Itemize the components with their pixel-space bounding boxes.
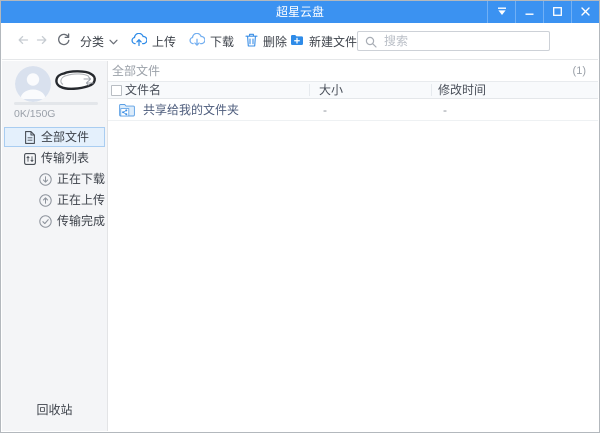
close-icon xyxy=(581,3,590,21)
delete-label: 删除 xyxy=(263,33,287,50)
trash-icon xyxy=(245,33,258,50)
delete-button[interactable]: 删除 xyxy=(245,23,287,59)
maximize-button[interactable] xyxy=(543,1,571,23)
document-icon xyxy=(23,131,36,144)
avatar[interactable] xyxy=(15,66,51,102)
sidebar-item-label: 全部文件 xyxy=(41,128,89,146)
sidebar-item-label: 正在下载 xyxy=(57,170,105,188)
download-button[interactable]: 下载 xyxy=(189,23,234,59)
refresh-icon xyxy=(57,33,70,49)
sidebar-item-label: 正在上传 xyxy=(57,191,105,209)
sidebar-item-transfer-list[interactable]: 传输列表 xyxy=(4,148,105,168)
completed-circle-icon xyxy=(39,215,52,228)
search-box xyxy=(357,31,550,51)
forward-arrow-icon xyxy=(36,34,48,49)
sidebar-item-downloading[interactable]: 正在下载 xyxy=(4,169,105,189)
cloud-download-icon xyxy=(189,33,205,49)
main-panel: 全部文件 (1) 文件名 大小 修改时间 共享给我的文件夹 - - xyxy=(108,61,598,431)
column-header-filename[interactable]: 文件名 xyxy=(125,82,161,99)
column-header-modified[interactable]: 修改时间 xyxy=(438,82,486,99)
upload-button[interactable]: 上传 xyxy=(131,23,176,59)
toolbar: 分类 上传 下载 删除 新建文件夹 xyxy=(2,23,598,60)
chevron-down-icon xyxy=(109,34,118,48)
download-label: 下载 xyxy=(210,33,234,50)
close-button[interactable] xyxy=(571,1,599,23)
sidebar-item-label: 传输完成 xyxy=(57,212,105,230)
back-button[interactable] xyxy=(17,23,29,59)
skin-menu-button[interactable] xyxy=(487,1,515,23)
sidebar-item-uploading[interactable]: 正在上传 xyxy=(4,190,105,210)
breadcrumb-bar: 全部文件 (1) xyxy=(108,61,598,81)
minimize-icon xyxy=(525,3,534,21)
file-modified-time: - xyxy=(443,99,447,121)
storage-usage-text: 0K/150G xyxy=(14,108,55,120)
sidebar-item-label: 传输列表 xyxy=(41,149,89,167)
category-button[interactable]: 分类 xyxy=(80,23,118,59)
sidebar-item-all-files[interactable]: 全部文件 xyxy=(4,127,105,147)
table-row[interactable]: 共享给我的文件夹 - - xyxy=(108,99,598,121)
breadcrumb[interactable]: 全部文件 xyxy=(112,61,160,81)
shared-folder-icon xyxy=(119,103,135,122)
sidebar-nav: 全部文件 传输列表 正在下载 正在上传 xyxy=(2,127,107,232)
back-arrow-icon xyxy=(17,34,29,49)
forward-button[interactable] xyxy=(36,23,48,59)
select-all-checkbox[interactable] xyxy=(111,85,122,96)
table-header: 文件名 大小 修改时间 xyxy=(108,81,598,99)
refresh-button[interactable] xyxy=(57,23,70,59)
minimize-button[interactable] xyxy=(515,1,543,23)
app-window: 超星云盘 xyxy=(0,0,600,433)
new-folder-icon xyxy=(290,34,304,49)
category-label: 分类 xyxy=(80,33,104,50)
column-divider xyxy=(309,84,310,96)
sidebar-item-transfer-complete[interactable]: 传输完成 xyxy=(4,211,105,231)
maximize-icon xyxy=(553,3,562,21)
uploading-circle-icon xyxy=(39,194,52,207)
upload-label: 上传 xyxy=(152,33,176,50)
sidebar: 0K/150G 全部文件 传输列表 正在下载 xyxy=(2,61,108,431)
cloud-upload-icon xyxy=(131,33,147,49)
storage-progress-bar xyxy=(14,102,98,105)
title-bar[interactable]: 超星云盘 xyxy=(1,1,599,23)
item-count-badge: (1) xyxy=(573,61,586,81)
column-divider xyxy=(431,84,432,96)
switch-account-icon[interactable] xyxy=(83,73,94,91)
downloading-circle-icon xyxy=(39,173,52,186)
search-input[interactable] xyxy=(357,31,550,51)
search-icon xyxy=(365,35,377,53)
transfer-list-icon xyxy=(23,152,36,165)
column-header-size[interactable]: 大小 xyxy=(319,82,343,99)
window-controls xyxy=(487,1,599,23)
file-name-link[interactable]: 共享给我的文件夹 xyxy=(143,99,239,121)
sidebar-item-recycle-bin[interactable]: 回收站 xyxy=(2,401,107,418)
skin-menu-icon xyxy=(497,3,507,21)
file-size: - xyxy=(323,99,327,121)
